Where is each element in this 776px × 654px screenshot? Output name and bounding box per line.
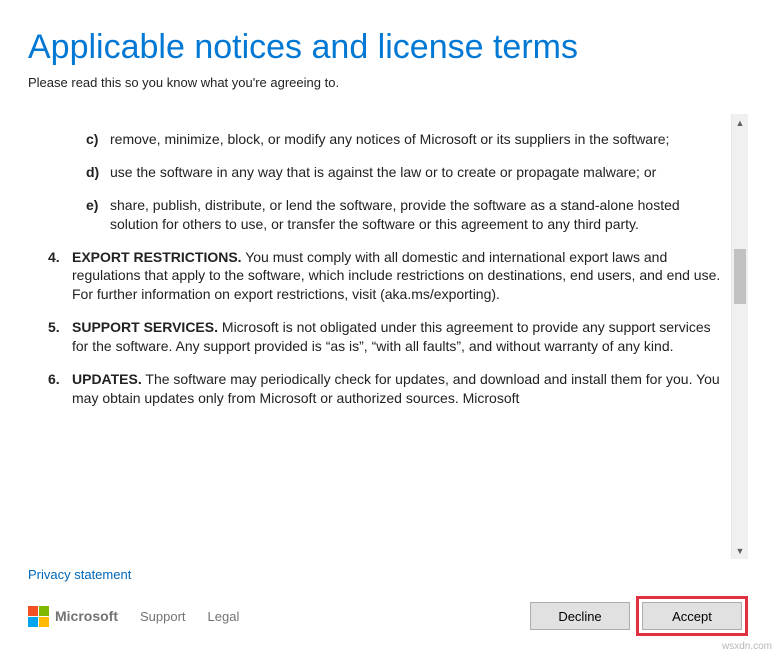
section-body: The software may periodically check for … [72, 371, 720, 406]
list-item: 5. SUPPORT SERVICES. Microsoft is not ob… [48, 318, 723, 356]
list-marker: 4. [48, 248, 72, 305]
terms-content[interactable]: c) remove, minimize, block, or modify an… [28, 114, 731, 559]
list-marker: e) [86, 196, 110, 234]
section-heading: SUPPORT SERVICES. [72, 319, 218, 335]
list-item: c) remove, minimize, block, or modify an… [86, 130, 723, 149]
list-item: 4. EXPORT RESTRICTIONS. You must comply … [48, 248, 723, 305]
list-marker: c) [86, 130, 110, 149]
accept-button[interactable]: Accept [642, 602, 742, 630]
decline-button[interactable]: Decline [530, 602, 630, 630]
scroll-down-arrow-icon[interactable]: ▼ [732, 542, 748, 559]
list-text: remove, minimize, block, or modify any n… [110, 130, 723, 149]
terms-scroll-area: c) remove, minimize, block, or modify an… [28, 114, 748, 559]
watermark: wsxdn.com [722, 641, 772, 652]
list-text: use the software in any way that is agai… [110, 163, 723, 182]
list-text: share, publish, distribute, or lend the … [110, 196, 723, 234]
legal-link[interactable]: Legal [208, 609, 240, 624]
privacy-statement-link[interactable]: Privacy statement [28, 567, 748, 582]
page-title: Applicable notices and license terms [28, 28, 748, 67]
scroll-up-arrow-icon[interactable]: ▲ [732, 114, 748, 131]
scroll-thumb[interactable] [734, 249, 746, 304]
list-item: 6. UPDATES. The software may periodicall… [48, 370, 723, 408]
microsoft-logo-text: Microsoft [55, 608, 118, 624]
accept-button-highlight: Accept [636, 596, 748, 636]
footer: Microsoft Support Legal Decline Accept [28, 590, 748, 654]
page-subtitle: Please read this so you know what you're… [28, 75, 748, 90]
list-marker: d) [86, 163, 110, 182]
microsoft-logo-icon [28, 606, 49, 627]
list-text: SUPPORT SERVICES. Microsoft is not oblig… [72, 318, 723, 356]
list-marker: 5. [48, 318, 72, 356]
list-text: EXPORT RESTRICTIONS. You must comply wit… [72, 248, 723, 305]
support-link[interactable]: Support [140, 609, 186, 624]
scrollbar[interactable]: ▲ ▼ [731, 114, 748, 559]
license-dialog: Applicable notices and license terms Ple… [0, 0, 776, 654]
list-marker: 6. [48, 370, 72, 408]
list-item: e) share, publish, distribute, or lend t… [86, 196, 723, 234]
decline-button-wrap: Decline [524, 596, 636, 636]
section-heading: UPDATES. [72, 371, 142, 387]
list-item: d) use the software in any way that is a… [86, 163, 723, 182]
list-text: UPDATES. The software may periodically c… [72, 370, 723, 408]
section-heading: EXPORT RESTRICTIONS. [72, 249, 242, 265]
microsoft-logo[interactable]: Microsoft [28, 606, 118, 627]
